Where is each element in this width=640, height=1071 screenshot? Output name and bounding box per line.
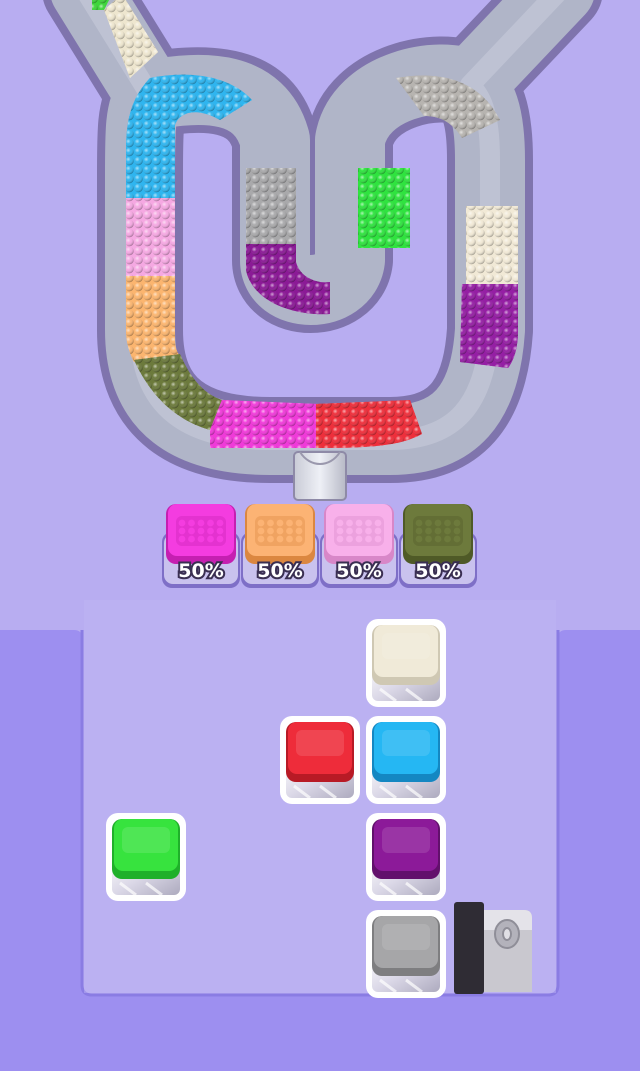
collection-cup-3: 50% xyxy=(320,504,398,588)
feeder-machine-icon[interactable] xyxy=(454,902,532,994)
cup-fill-percent: 50% xyxy=(257,560,302,582)
cup-purple[interactable] xyxy=(366,813,446,901)
collection-cup-4: 50% xyxy=(399,504,477,588)
collection-cup-1: 50% xyxy=(162,504,240,588)
game-scene: 50% 50% 50% 50% xyxy=(0,0,640,1071)
cup-fill-percent: 50% xyxy=(178,560,223,582)
collection-cup-row: 50% 50% 50% 50% xyxy=(162,504,477,588)
dispenser-nozzle-icon xyxy=(294,452,346,500)
collection-cup-2: 50% xyxy=(241,504,319,588)
cup-gray[interactable] xyxy=(366,910,446,998)
cup-red[interactable] xyxy=(280,716,360,804)
conveyor-track xyxy=(80,0,560,500)
cup-fill-percent: 50% xyxy=(415,560,460,582)
cup-cyan[interactable] xyxy=(366,716,446,804)
cup-tray xyxy=(0,600,640,1071)
cup-cream[interactable] xyxy=(366,619,446,707)
cup-fill-percent: 50% xyxy=(336,560,381,582)
cup-green[interactable] xyxy=(106,813,186,901)
